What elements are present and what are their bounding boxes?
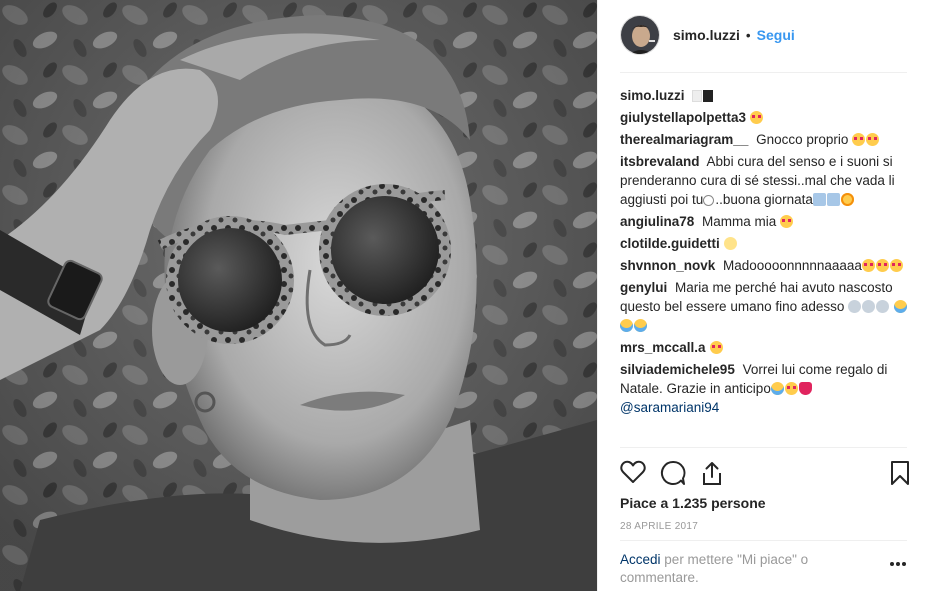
tears-of-joy-emoji-icon: [634, 319, 647, 332]
comment: mrs_mccall.a: [620, 338, 910, 357]
comment: angiulina78 Mamma mia: [620, 212, 910, 231]
musical-note-emoji-icon: [812, 193, 826, 206]
mention-link[interactable]: @saramariani94: [620, 400, 719, 415]
heart-eyes-emoji-icon: [889, 259, 903, 272]
red-heart-emoji-icon: [798, 382, 812, 395]
comment-username[interactable]: giulystellapolpetta3: [620, 110, 746, 125]
follow-button[interactable]: Segui: [757, 27, 795, 43]
post-photo[interactable]: [0, 0, 597, 591]
comment-text: Mamma mia: [702, 214, 777, 229]
comment-text: Gnocco proprio: [756, 132, 849, 147]
comment: therealmariagram__ Gnocco proprio: [620, 130, 910, 149]
comment-username[interactable]: mrs_mccall.a: [620, 340, 706, 355]
comment-username[interactable]: simo.luzzi: [620, 88, 685, 103]
login-link[interactable]: Accedi: [620, 552, 661, 567]
comment-username[interactable]: itsbrevaland: [620, 154, 700, 169]
post-header: simo.luzzi • Segui: [620, 14, 907, 56]
more-options-icon[interactable]: [889, 561, 907, 567]
comments-list: simo.luzzi giulystellapolpetta3 therealm…: [620, 86, 910, 420]
comment-username[interactable]: clotilde.guidetti: [620, 236, 720, 251]
header-separator: •: [745, 27, 751, 43]
comment: giulystellapolpetta3: [620, 108, 910, 127]
actions-divider: [620, 447, 907, 448]
instagram-post-view: simo.luzzi • Segui simo.luzzi giulystell…: [0, 0, 927, 591]
comment: simo.luzzi: [620, 86, 910, 105]
tears-of-joy-emoji-icon: [620, 319, 633, 332]
comment-username[interactable]: therealmariagram__: [620, 132, 748, 147]
post-side-panel: simo.luzzi • Segui simo.luzzi giulystell…: [597, 0, 927, 591]
bookmark-icon[interactable]: [890, 460, 910, 486]
comment-bubble-icon[interactable]: [660, 460, 686, 486]
sunflower-emoji-icon: [840, 193, 854, 206]
comment-username[interactable]: angiulina78: [620, 214, 694, 229]
scream-emoji-icon: [876, 300, 890, 313]
comment: silviademichele95 Vorrei lui come regalo…: [620, 360, 910, 417]
comment-username[interactable]: shvnnon_novk: [620, 258, 715, 273]
heart-eyes-emoji-icon: [875, 259, 889, 272]
share-upload-icon[interactable]: [700, 460, 724, 486]
scream-emoji-icon: [848, 300, 862, 313]
heart-outline-icon[interactable]: [620, 460, 646, 484]
comment-text-continued: ..buona giornata: [715, 192, 813, 207]
black-square-emoji: [702, 90, 713, 102]
comment-text: Madooooonnnnnaaaaa: [723, 258, 862, 273]
heart-eyes-emoji-icon: [861, 259, 875, 272]
login-divider: [620, 540, 907, 541]
avatar[interactable]: [620, 15, 660, 55]
login-prompt: Accedi per mettere "Mi piace" o commenta…: [620, 551, 840, 587]
heart-eyes-emoji-icon: [866, 133, 880, 146]
heart-eyes-emoji-icon: [709, 341, 723, 354]
avatar-image: [621, 16, 659, 54]
scream-emoji-icon: [862, 300, 876, 313]
comment-username[interactable]: silviademichele95: [620, 362, 735, 377]
comment-username[interactable]: genylui: [620, 280, 667, 295]
white-square-emoji: [691, 90, 702, 102]
tears-of-joy-emoji-icon: [893, 300, 907, 313]
post-date: 28 APRILE 2017: [620, 521, 699, 532]
header-username[interactable]: simo.luzzi: [673, 27, 740, 43]
likes-count[interactable]: Piace a 1.235 persone: [620, 495, 766, 511]
heart-eyes-emoji-icon: [780, 215, 794, 228]
portrait-image: [0, 0, 597, 591]
tears-of-joy-emoji-icon: [770, 382, 784, 395]
smile-emoji-icon: [703, 195, 715, 206]
header-divider: [620, 72, 907, 73]
dizzy-emoji-icon: [723, 237, 737, 250]
comment: shvnnon_novk Madooooonnnnnaaaaa: [620, 256, 910, 275]
musical-note-emoji-icon: [826, 193, 840, 206]
comment: clotilde.guidetti: [620, 234, 910, 253]
comment: genylui Maria me perché hai avuto nascos…: [620, 278, 910, 335]
comment: itsbrevaland Abbi cura del senso e i suo…: [620, 152, 910, 209]
heart-eyes-emoji-icon: [750, 111, 764, 124]
heart-eyes-emoji-icon: [784, 382, 798, 395]
post-actions: [620, 460, 910, 488]
heart-eyes-emoji-icon: [852, 133, 866, 146]
